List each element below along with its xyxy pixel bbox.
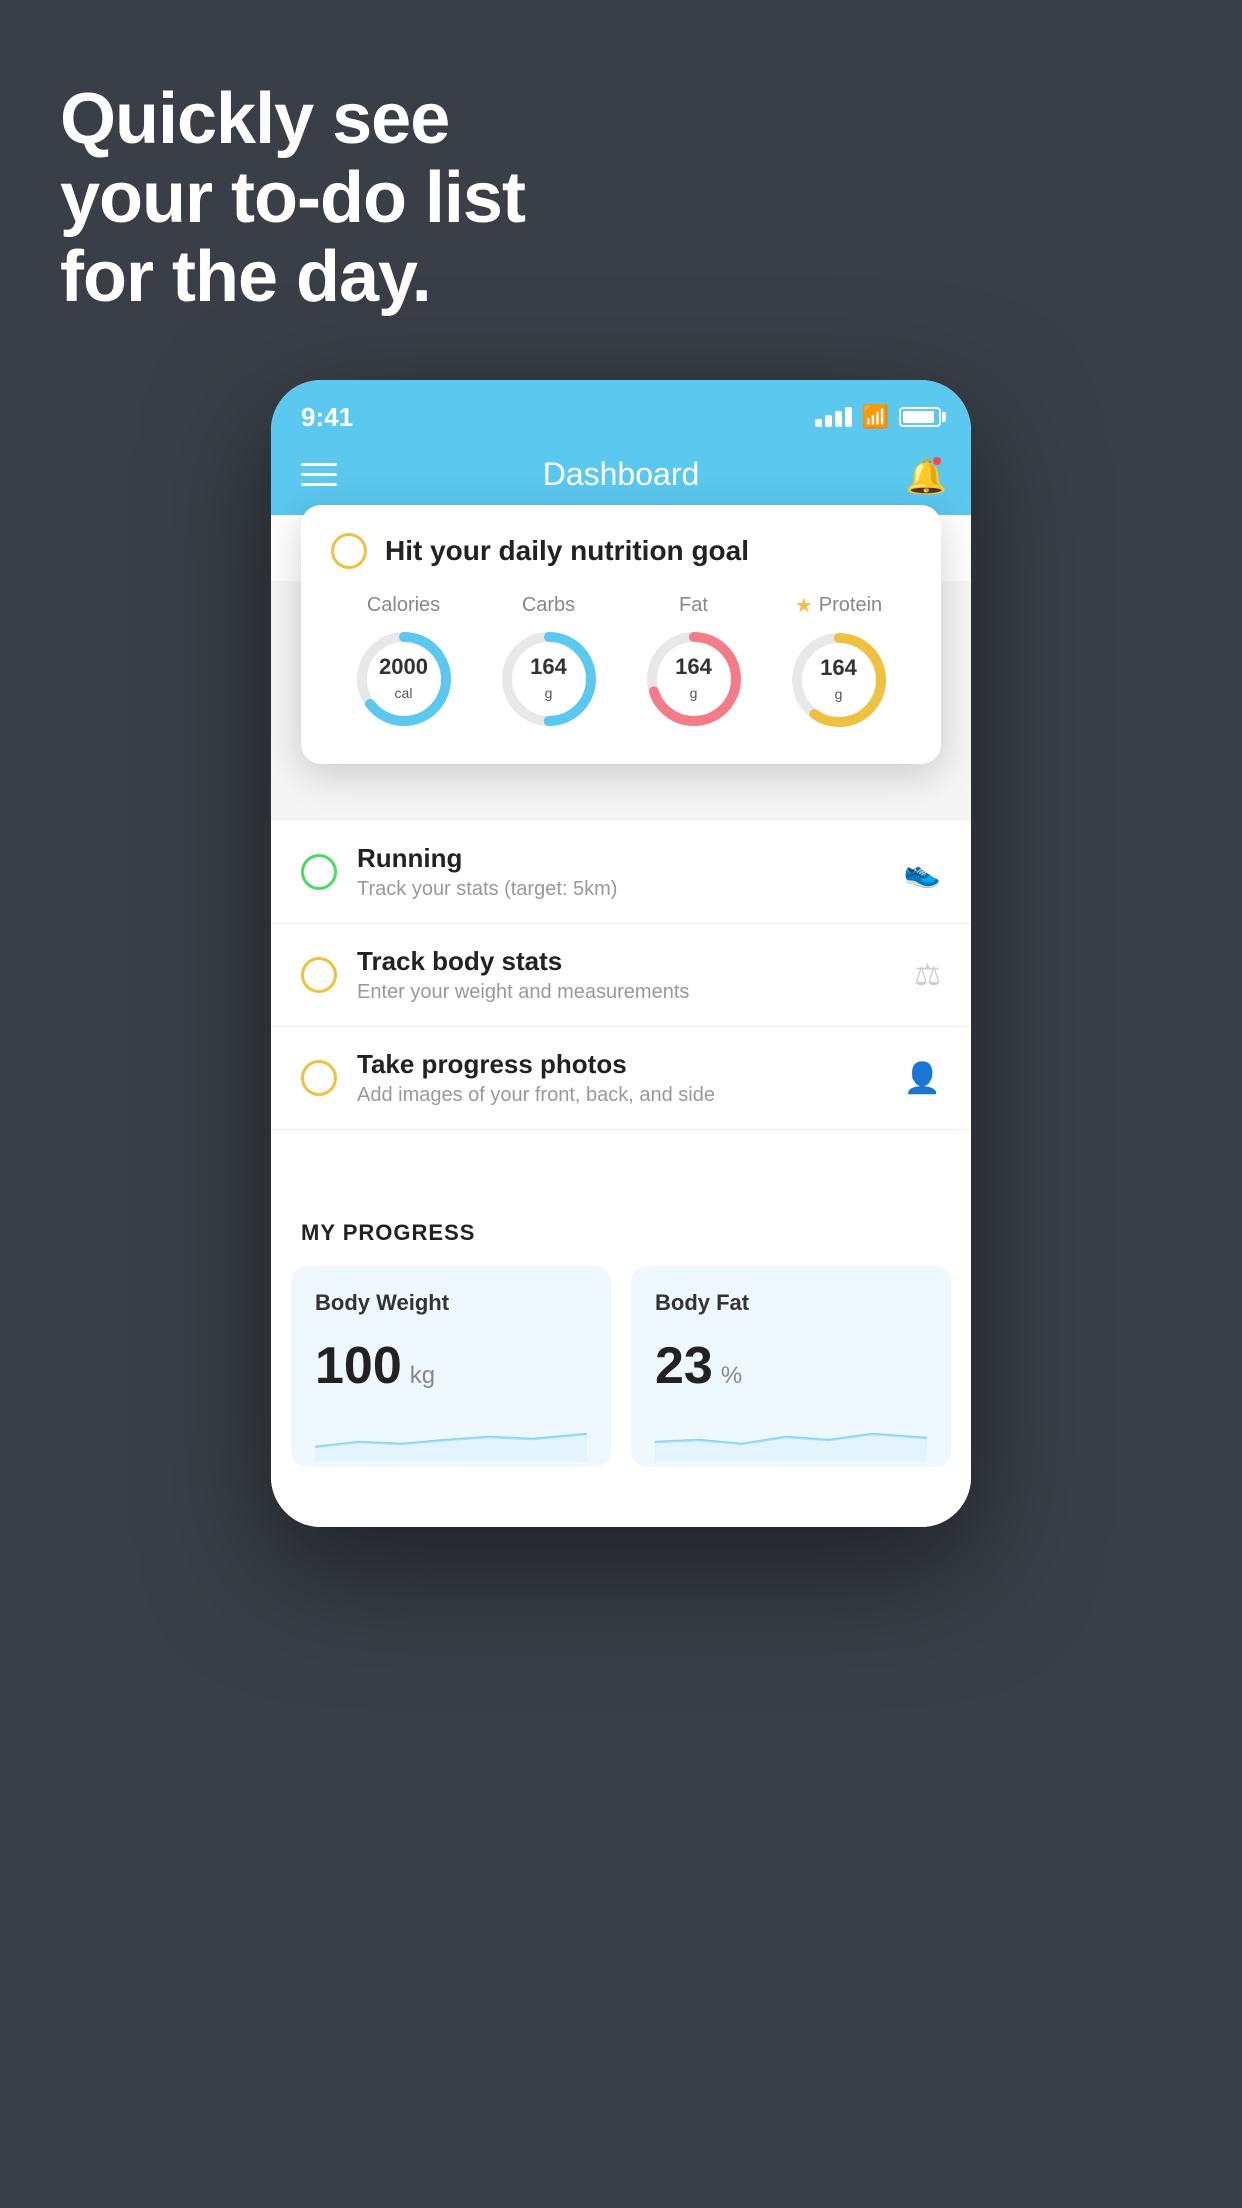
progress-section: MY PROGRESS Body Weight 100 kg Body Fat — [271, 1190, 971, 1527]
fat-label: Fat — [679, 594, 708, 617]
status-bar: 9:41 📶 — [271, 380, 971, 440]
body-fat-value: 23 — [655, 1336, 713, 1396]
todo-radio-bodystats[interactable] — [301, 957, 337, 993]
carbs-donut: 164 g — [495, 625, 603, 733]
todo-sub-photos: Add images of your front, back, and side — [357, 1084, 884, 1107]
battery-icon — [899, 407, 941, 427]
todo-text-running: Running Track your stats (target: 5km) — [357, 843, 884, 901]
todo-radio-photos[interactable] — [301, 1060, 337, 1096]
app-header: Dashboard 🔔 — [271, 440, 971, 515]
todo-sub-bodystats: Enter your weight and measurements — [357, 981, 894, 1004]
running-icon: 👟 — [904, 855, 941, 890]
body-fat-chart — [655, 1412, 927, 1462]
protein-donut: 164 g — [785, 626, 893, 734]
notification-dot — [931, 455, 943, 467]
body-weight-card-title: Body Weight — [315, 1290, 587, 1316]
protein-label: ★Protein — [795, 593, 882, 618]
protein-item: ★Protein 164 g — [785, 593, 893, 734]
carbs-value: 164 g — [530, 655, 567, 703]
nutrition-card-title: Hit your daily nutrition goal — [385, 535, 749, 567]
carbs-label: Carbs — [522, 594, 575, 617]
wifi-icon: 📶 — [862, 404, 889, 430]
todo-text-bodystats: Track body stats Enter your weight and m… — [357, 946, 894, 1004]
status-icons: 📶 — [815, 404, 941, 430]
hero-text: Quickly see your to-do list for the day. — [60, 80, 525, 318]
body-weight-card[interactable]: Body Weight 100 kg — [291, 1266, 611, 1467]
todo-sub-running: Track your stats (target: 5km) — [357, 878, 884, 901]
notification-bell-button[interactable]: 🔔 — [905, 457, 941, 493]
todo-list: Running Track your stats (target: 5km) 👟… — [271, 821, 971, 1130]
todo-item-photos[interactable]: Take progress photos Add images of your … — [271, 1027, 971, 1130]
nutrition-circles: Calories 2000 cal Carbs — [331, 593, 911, 734]
carbs-item: Carbs 164 g — [495, 594, 603, 733]
fat-value: 164 g — [675, 655, 712, 703]
todo-title-running: Running — [357, 843, 884, 874]
content-area: THINGS TO DO TODAY Hit your daily nutrit… — [271, 515, 971, 1527]
header-title: Dashboard — [543, 456, 700, 493]
star-icon: ★ — [795, 593, 813, 618]
todo-title-bodystats: Track body stats — [357, 946, 894, 977]
calories-donut: 2000 cal — [350, 625, 458, 733]
body-fat-card[interactable]: Body Fat 23 % — [631, 1266, 951, 1467]
body-fat-value-row: 23 % — [655, 1336, 927, 1396]
body-weight-chart — [315, 1412, 587, 1462]
todo-radio-running[interactable] — [301, 854, 337, 890]
person-icon: 👤 — [904, 1061, 941, 1096]
body-weight-unit: kg — [410, 1362, 435, 1390]
body-weight-value: 100 — [315, 1336, 402, 1396]
body-fat-unit: % — [721, 1362, 742, 1390]
calories-value: 2000 cal — [379, 655, 428, 703]
progress-cards: Body Weight 100 kg Body Fat 23 % — [271, 1266, 971, 1467]
protein-value: 164 g — [820, 656, 857, 704]
fat-donut: 164 g — [640, 625, 748, 733]
todo-item-bodystats[interactable]: Track body stats Enter your weight and m… — [271, 924, 971, 1027]
signal-icon — [815, 407, 852, 427]
progress-title: MY PROGRESS — [271, 1190, 971, 1266]
task-radio-nutrition[interactable] — [331, 533, 367, 569]
phone-mockup: 9:41 📶 Dashboard 🔔 — [271, 380, 971, 1527]
fat-item: Fat 164 g — [640, 594, 748, 733]
calories-item: Calories 2000 cal — [350, 594, 458, 733]
status-time: 9:41 — [301, 402, 353, 433]
todo-title-photos: Take progress photos — [357, 1049, 884, 1080]
body-fat-card-title: Body Fat — [655, 1290, 927, 1316]
hamburger-menu-button[interactable] — [301, 463, 337, 486]
calories-label: Calories — [367, 594, 440, 617]
todo-text-photos: Take progress photos Add images of your … — [357, 1049, 884, 1107]
todo-item-running[interactable]: Running Track your stats (target: 5km) 👟 — [271, 821, 971, 924]
scale-icon: ⚖ — [914, 958, 941, 993]
body-weight-value-row: 100 kg — [315, 1336, 587, 1396]
nutrition-card: Hit your daily nutrition goal Calories 2… — [301, 505, 941, 764]
